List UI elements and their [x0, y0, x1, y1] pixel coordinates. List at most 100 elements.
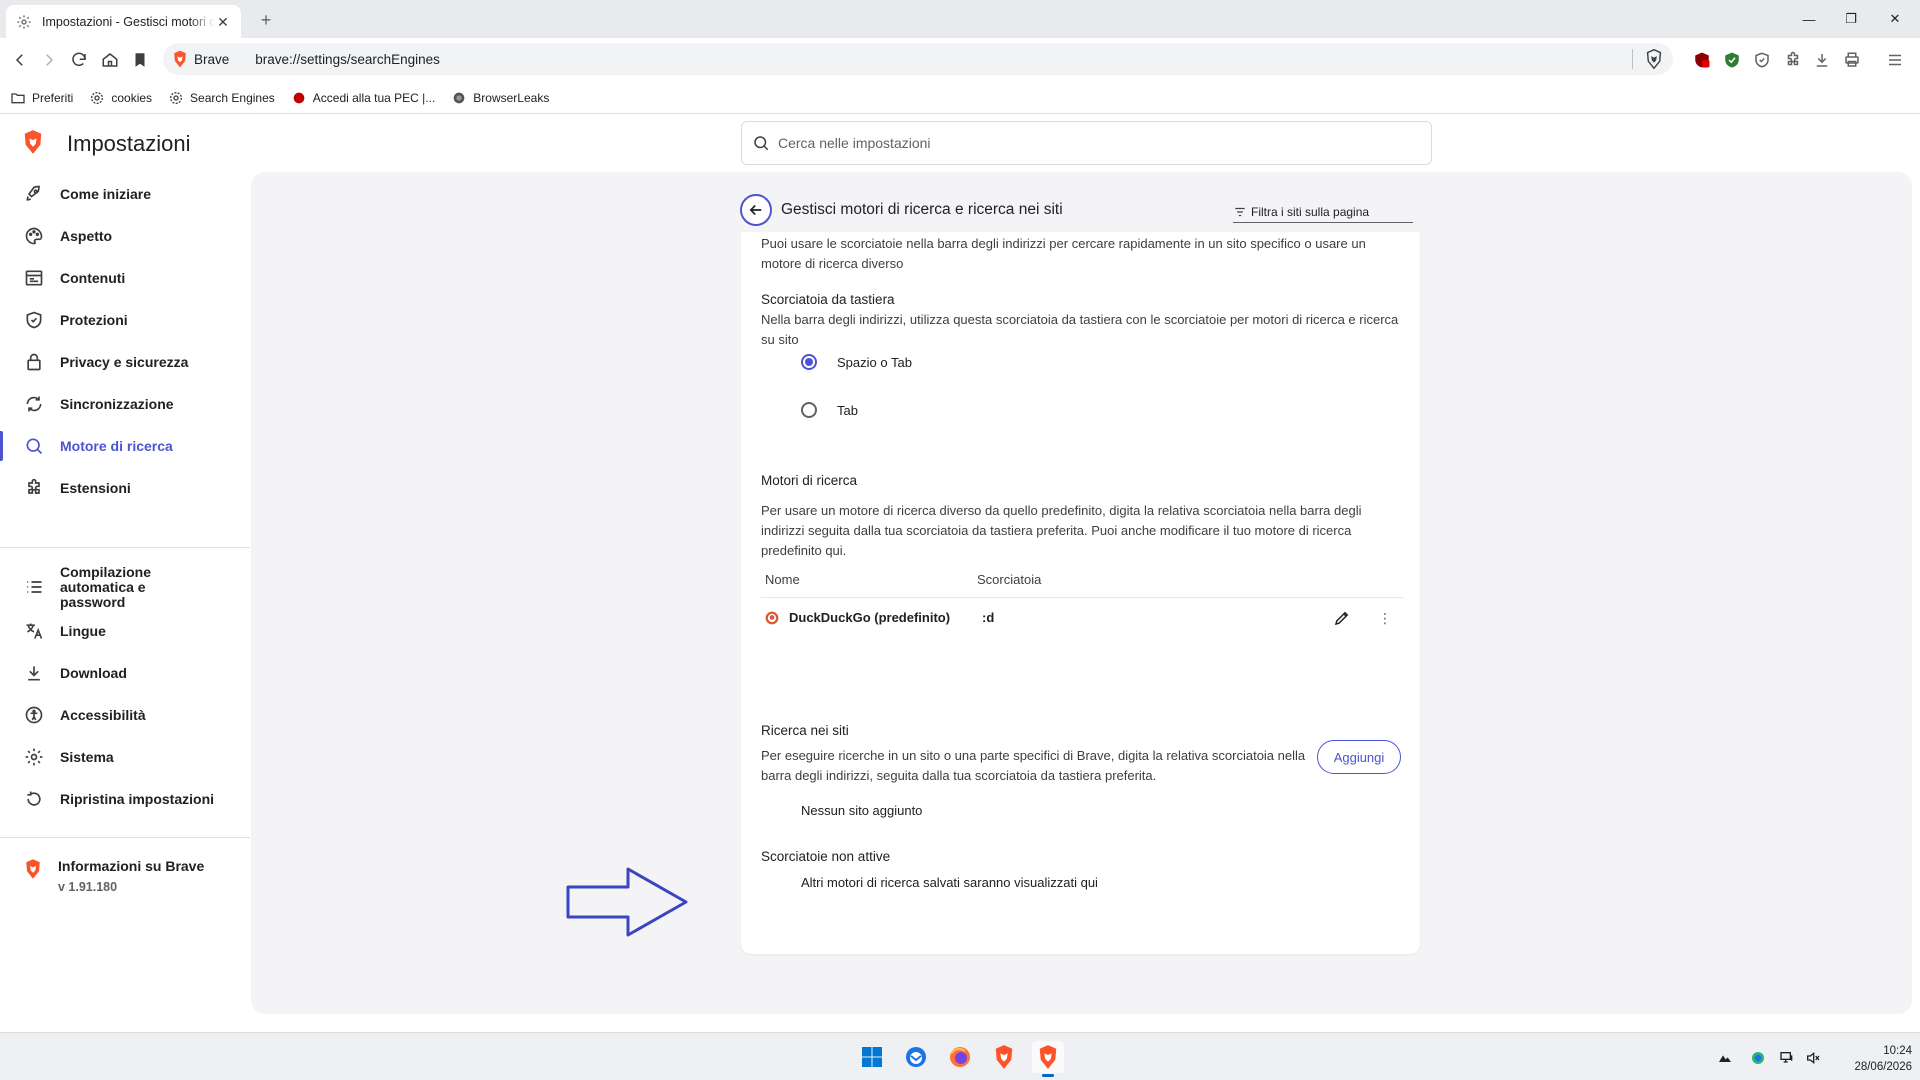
red-dot-icon — [293, 92, 305, 103]
sidebar-item-download[interactable]: Download — [0, 654, 250, 692]
settings-search-input[interactable] — [778, 135, 1431, 151]
back-nav-button[interactable] — [8, 48, 32, 72]
system-clock[interactable]: 10:24 28/06/2026 — [1836, 1043, 1912, 1075]
home-icon — [102, 53, 118, 67]
clock-time: 10:24 — [1883, 1045, 1912, 1057]
intro-text: Puoi usare le scorciatoie nella barra de… — [761, 236, 1366, 271]
page-title: Impostazioni — [67, 131, 191, 156]
bookmarks-bar: Preferiti cookies Search Engines Accedi … — [0, 82, 1920, 114]
bookmark-icon — [135, 53, 145, 67]
sidebar-item-come-iniziare[interactable]: Come iniziare — [0, 175, 250, 213]
bookmark-preferiti[interactable]: Preferiti — [10, 90, 73, 106]
ublock-extension-icon[interactable] — [1692, 50, 1712, 70]
active-tab[interactable]: Impostazioni - Gestisci motori di ricerc… — [6, 5, 241, 38]
tab-close-icon[interactable]: ✕ — [215, 14, 231, 30]
settings-page: Impostazioni Come iniziare Aspetto Conte… — [0, 115, 1920, 1032]
brave-shields-icon[interactable] — [1645, 49, 1663, 69]
bookmark-browserleaks[interactable]: BrowserLeaks — [451, 90, 549, 106]
gear-icon — [170, 91, 183, 104]
inactive-shortcuts-text: Altri motori di ricerca salvati saranno … — [801, 875, 1098, 890]
version-label: v 1.91.180 — [58, 880, 118, 894]
more-options-icon[interactable]: ⋮ — [1378, 607, 1392, 629]
site-search-title: Ricerca nei siti — [761, 723, 849, 738]
address-bar[interactable]: Brave brave://settings/searchEngines — [163, 43, 1673, 75]
new-tab-button[interactable]: + — [256, 10, 276, 30]
close-window-button[interactable]: ✕ — [1872, 0, 1918, 38]
download-icon[interactable] — [1812, 50, 1832, 70]
sidebar-item-lingue[interactable]: Lingue — [0, 612, 250, 650]
sidebar-item-ripristina[interactable]: Ripristina impostazioni — [0, 780, 250, 818]
sidebar-item-privacy[interactable]: Privacy e sicurezza — [0, 343, 250, 381]
bookmark-pec[interactable]: Accedi alla tua PEC |... — [291, 90, 435, 106]
sidebar-item-sistema[interactable]: Sistema — [0, 738, 250, 776]
start-button[interactable] — [856, 1041, 888, 1073]
column-header-shortcut: Scorciatoia — [977, 572, 1042, 587]
settings-search[interactable] — [741, 121, 1432, 165]
back-button[interactable] — [740, 194, 772, 226]
restore-button[interactable]: ❐ — [1828, 0, 1874, 38]
url-text[interactable]: brave://settings/searchEngines — [255, 52, 1632, 67]
bookmark-search-engines[interactable]: Search Engines — [168, 90, 275, 106]
lock-icon — [27, 353, 41, 371]
content-icon — [25, 270, 43, 286]
sidebar-item-contenuti[interactable]: Contenuti — [0, 259, 250, 297]
windows-icon — [862, 1047, 882, 1067]
reload-button[interactable] — [67, 48, 91, 72]
taskbar-app-thunderbird[interactable] — [900, 1041, 932, 1073]
sidebar-item-accessibilita[interactable]: Accessibilità — [0, 696, 250, 734]
print-icon[interactable] — [1842, 50, 1862, 70]
add-site-button[interactable]: Aggiungi — [1317, 740, 1401, 774]
firefox-icon — [950, 1047, 970, 1067]
extensions-puzzle-icon[interactable] — [1783, 50, 1803, 70]
edit-button[interactable] — [1331, 607, 1353, 629]
download-icon — [28, 666, 40, 681]
taskbar-app-firefox[interactable] — [944, 1041, 976, 1073]
tray-app-icon[interactable] — [1716, 1049, 1734, 1067]
menu-hamburger-icon[interactable] — [1885, 50, 1905, 70]
brave-icon — [1039, 1045, 1057, 1069]
sidebar-item-aspetto[interactable]: Aspetto — [0, 217, 250, 255]
table-divider — [761, 597, 1403, 598]
forward-nav-button[interactable] — [37, 48, 61, 72]
brave-logo-icon — [26, 859, 40, 879]
accessibility-icon — [25, 706, 43, 724]
network-icon[interactable] — [1778, 1049, 1796, 1067]
reload-icon — [72, 52, 86, 67]
radio-space-or-tab[interactable]: Spazio o Tab — [801, 354, 912, 370]
adguard-extension-icon[interactable] — [1722, 50, 1742, 70]
gear-icon — [91, 91, 104, 104]
minimize-button[interactable]: — — [1786, 0, 1832, 38]
browser-toolbar: Brave brave://settings/searchEngines — [0, 38, 1920, 82]
card-header: Gestisci motori di ricerca e ricerca nei… — [740, 193, 1420, 233]
bookmark-cookies[interactable]: cookies — [89, 90, 152, 106]
windows-taskbar: 10:24 28/06/2026 — [0, 1032, 1920, 1080]
bookmark-button[interactable] — [128, 48, 152, 72]
about-brave-link[interactable]: Informazioni su Brave v 1.91.180 — [24, 858, 204, 894]
radio-button-selected[interactable] — [801, 354, 817, 370]
palette-icon — [25, 227, 43, 245]
taskbar-app-brave-active[interactable] — [1032, 1041, 1064, 1077]
radio-button[interactable] — [801, 402, 817, 418]
volume-muted-icon[interactable] — [1804, 1049, 1822, 1067]
keyboard-shortcut-desc: Nella barra degli indirizzi, utilizza qu… — [761, 312, 1399, 347]
sync-icon — [26, 396, 42, 412]
tray-security-icon[interactable] — [1749, 1049, 1767, 1067]
sidebar-item-sincronizzazione[interactable]: Sincronizzazione — [0, 385, 250, 423]
sidebar-item-estensioni[interactable]: Estensioni — [0, 469, 250, 507]
sidebar-item-protezioni[interactable]: Protezioni — [0, 301, 250, 339]
shield-icon — [26, 311, 42, 329]
shield-check-icon[interactable] — [1752, 50, 1772, 70]
radio-tab[interactable]: Tab — [801, 402, 858, 418]
home-button[interactable] — [98, 48, 122, 72]
brave-lion-icon — [174, 50, 186, 68]
engine-shortcut: :d — [982, 610, 995, 625]
sidebar-item-autofill[interactable]: Compilazione automatica e password — [0, 564, 250, 610]
inactive-shortcuts-title: Scorciatoie non attive — [761, 849, 891, 864]
filter-sites-input[interactable]: Filtra i siti sulla pagina — [1233, 201, 1413, 223]
folder-icon — [11, 92, 25, 103]
column-header-name: Nome — [765, 572, 800, 587]
sidebar-item-motore-di-ricerca[interactable]: Motore di ricerca — [0, 427, 250, 465]
taskbar-app-brave[interactable] — [988, 1041, 1020, 1073]
filter-icon — [1235, 207, 1245, 216]
puzzle-icon — [28, 478, 40, 494]
